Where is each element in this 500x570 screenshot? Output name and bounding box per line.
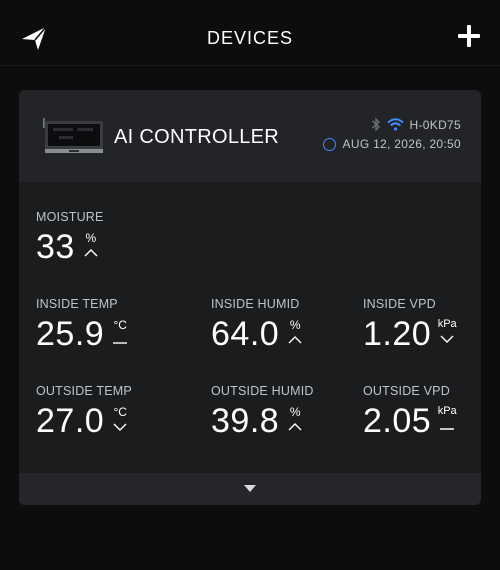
metric-outside-vpd[interactable]: OUTSIDE VPD 2.05 kPa [363,384,457,438]
expand-card-button[interactable] [19,473,481,505]
bluetooth-icon [371,117,380,132]
metric-unit: °C [113,405,127,419]
device-id: H-0KD75 [409,117,461,132]
trend-up-icon [288,336,302,344]
trend-up-icon [288,423,302,431]
metric-moisture[interactable]: MOISTURE 33 % [36,210,104,264]
caret-down-icon [244,485,256,492]
last-update: AUG 12, 2026, 20:50 [322,137,461,151]
metric-unit: kPa [437,318,457,330]
metric-value: 33 [36,228,75,266]
clock-icon [322,137,336,151]
metric-outside-temp[interactable]: OUTSIDE TEMP 27.0 °C [36,384,132,438]
metric-outside-humid[interactable]: OUTSIDE HUMID 39.8 % [211,384,314,438]
trend-down-icon [113,423,127,431]
device-card[interactable]: AI CONTROLLER H-0KD75 AUG 12, 2026, 20:5… [19,90,481,505]
controller-device-image [43,118,103,153]
add-device-button[interactable] [458,25,480,47]
metric-label: OUTSIDE TEMP [36,384,132,398]
metric-value: 25.9 [36,315,105,353]
metric-unit: % [85,231,97,245]
metric-inside-temp[interactable]: INSIDE TEMP 25.9 °C [36,297,130,351]
metric-label: INSIDE HUMID [211,297,300,311]
trend-flat-icon [113,342,128,344]
trend-up-icon [84,249,98,257]
top-bar: DEVICES [0,0,500,66]
metric-unit: kPa [437,405,457,417]
trend-down-icon [440,335,454,343]
timestamp: AUG 12, 2026, 20:50 [342,137,461,151]
connectivity-status: H-0KD75 [371,117,461,132]
metric-label: INSIDE TEMP [36,297,118,311]
metric-label: MOISTURE [36,210,104,224]
metric-label: OUTSIDE HUMID [211,384,314,398]
metric-inside-humid[interactable]: INSIDE HUMID 64.0 % [211,297,305,351]
metric-unit: °C [113,318,127,332]
metric-value: 1.20 [363,315,432,353]
metric-value: 2.05 [363,402,432,440]
trend-flat-icon [440,428,455,430]
metric-unit: % [289,405,301,419]
device-card-header[interactable]: AI CONTROLLER H-0KD75 AUG 12, 2026, 20:5… [19,90,481,182]
metric-value: 27.0 [36,402,105,440]
metric-unit: % [289,318,301,332]
metric-value: 64.0 [211,315,280,353]
metric-inside-vpd[interactable]: INSIDE VPD 1.20 kPa [363,297,457,351]
wifi-icon [386,118,404,131]
metric-label: INSIDE VPD [363,297,436,311]
metrics-grid: MOISTURE 33 % INSIDE TEMP 25.9 °C INSIDE… [19,182,481,472]
page-title: DEVICES [206,28,294,48]
device-name: AI CONTROLLER [114,126,280,148]
metric-label: OUTSIDE VPD [363,384,450,398]
metric-value: 39.8 [211,402,280,440]
